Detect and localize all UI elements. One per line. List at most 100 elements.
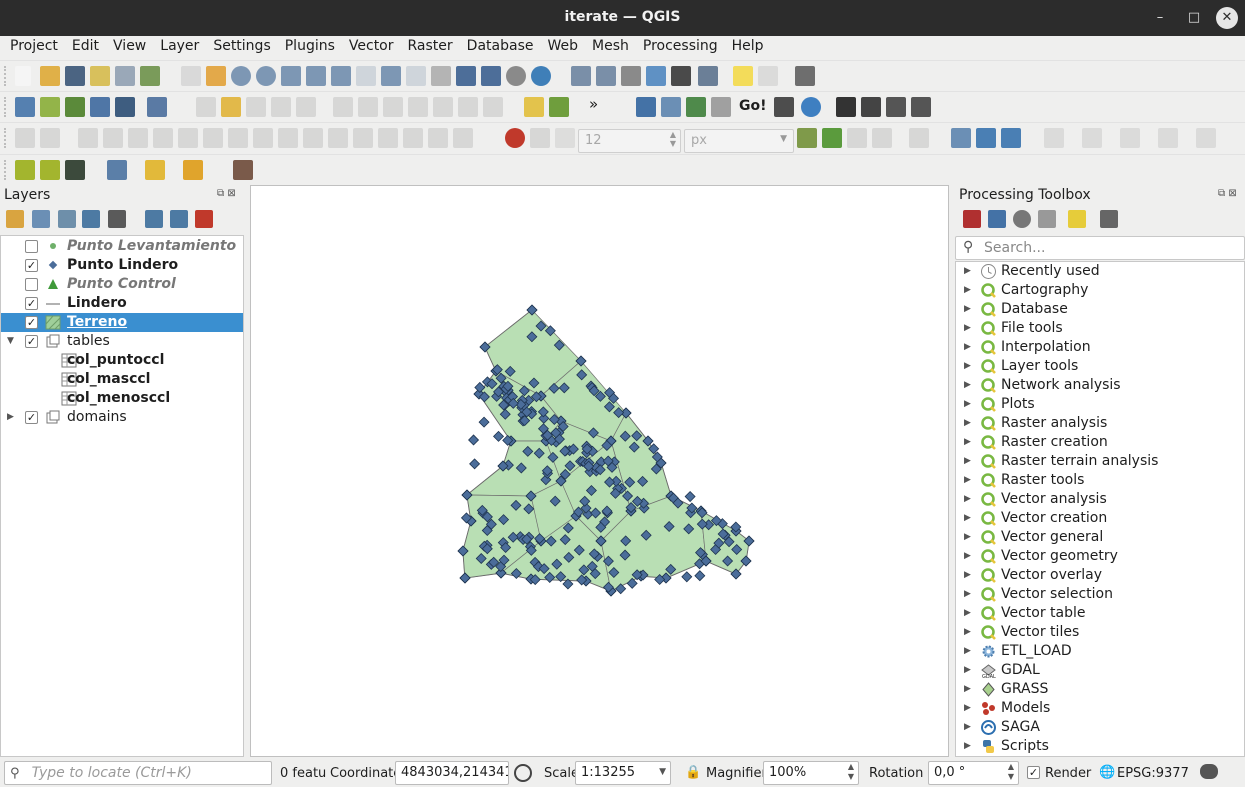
history-icon[interactable] bbox=[1013, 210, 1031, 228]
add-feature-icon[interactable] bbox=[271, 97, 291, 117]
deselect-icon[interactable] bbox=[847, 128, 867, 148]
layer-visibility-checkbox[interactable]: ✓ bbox=[25, 259, 38, 272]
layers-tree[interactable]: Punto Levantamiento ✓ Punto Lindero Punto C… bbox=[0, 235, 244, 757]
layer-row[interactable]: ✓ Lindero bbox=[1, 294, 243, 313]
shape-j-icon[interactable] bbox=[278, 128, 298, 148]
layer-row[interactable]: Punto Control bbox=[1, 275, 243, 294]
magnifier-field[interactable]: 100% ▲ ▼ bbox=[763, 761, 859, 785]
modify-attributes-icon[interactable] bbox=[333, 97, 353, 117]
menu-plugins[interactable]: Plugins bbox=[278, 36, 342, 59]
coordinate-toggle-icon[interactable] bbox=[514, 764, 532, 782]
processing-provider-row[interactable]: ▶ Models bbox=[956, 699, 1244, 718]
new-map-view-icon[interactable] bbox=[431, 66, 451, 86]
zoom-native-icon[interactable] bbox=[356, 66, 376, 86]
processing-provider-row[interactable]: ▶ Raster creation bbox=[956, 433, 1244, 452]
magnet-icon[interactable] bbox=[505, 128, 525, 148]
python-console-icon[interactable] bbox=[636, 97, 656, 117]
processing-provider-row[interactable]: ▶ Vector selection bbox=[956, 585, 1244, 604]
refresh-icon[interactable] bbox=[531, 66, 551, 86]
chevron-right-icon[interactable]: ▶ bbox=[964, 589, 971, 599]
punto-lindero-vertex[interactable] bbox=[684, 491, 696, 503]
new-project-icon[interactable] bbox=[15, 66, 31, 86]
raster-calc-icon[interactable] bbox=[686, 97, 706, 117]
symbol-size-spinbox[interactable]: 12 ▲ ▼ bbox=[578, 129, 681, 153]
identify-icon[interactable] bbox=[571, 66, 591, 86]
menu-layer[interactable]: Layer bbox=[153, 36, 206, 59]
new-virtual-layer-icon[interactable] bbox=[115, 97, 135, 117]
shape-i-icon[interactable] bbox=[253, 128, 273, 148]
shape-c-icon[interactable] bbox=[103, 128, 123, 148]
show-bookmarks-icon[interactable] bbox=[481, 66, 501, 86]
plugin-shape-icon[interactable] bbox=[233, 160, 253, 180]
glasses-b-icon[interactable] bbox=[911, 97, 931, 117]
remove-layer-icon[interactable] bbox=[195, 210, 213, 228]
punto-lindero-vertex[interactable] bbox=[469, 458, 481, 470]
chevron-right-icon[interactable]: ▶ bbox=[964, 608, 971, 618]
render-checkbox[interactable]: ✓ bbox=[1027, 766, 1040, 779]
cut-features-icon[interactable] bbox=[383, 97, 403, 117]
select-expression-icon[interactable] bbox=[822, 128, 842, 148]
delete-selected-icon[interactable] bbox=[358, 97, 378, 117]
save-edits-icon[interactable] bbox=[246, 97, 266, 117]
minimize-button[interactable]: – bbox=[1148, 6, 1172, 30]
processing-provider-row[interactable]: ▶ File tools bbox=[956, 319, 1244, 338]
shape-q-icon[interactable] bbox=[453, 128, 473, 148]
processing-provider-row[interactable]: ▶ SAGA bbox=[956, 718, 1244, 737]
chevron-right-icon[interactable]: ▶ bbox=[964, 399, 971, 409]
manage-visibility-icon[interactable] bbox=[58, 210, 76, 228]
pan-hand-icon[interactable] bbox=[181, 66, 201, 86]
snap-icon[interactable] bbox=[530, 128, 550, 148]
map-view[interactable] bbox=[251, 186, 950, 758]
chevron-right-icon[interactable]: ▶ bbox=[7, 412, 14, 422]
report-icon[interactable] bbox=[861, 97, 881, 117]
pan-to-selection-icon[interactable] bbox=[206, 66, 226, 86]
processing-provider-row[interactable]: ▶ Vector table bbox=[956, 604, 1244, 623]
layer-visibility-checkbox[interactable]: ✓ bbox=[25, 335, 38, 348]
save-as-icon[interactable] bbox=[90, 66, 110, 86]
processing-search-input[interactable]: ⚲ Search... bbox=[955, 236, 1245, 260]
punto-lindero-vertex[interactable] bbox=[681, 571, 693, 583]
text-annotation-icon[interactable] bbox=[795, 66, 815, 86]
gen-b-icon[interactable] bbox=[1082, 128, 1102, 148]
chevron-right-icon[interactable]: ▶ bbox=[964, 304, 971, 314]
processing-provider-row[interactable]: ▶ ETL_LOAD bbox=[956, 642, 1244, 661]
menu-view[interactable]: View bbox=[106, 36, 153, 59]
shape-m-icon[interactable] bbox=[353, 128, 373, 148]
georeferencer-icon[interactable] bbox=[661, 97, 681, 117]
chevron-right-icon[interactable]: ▶ bbox=[964, 494, 971, 504]
chevron-right-icon[interactable]: ▶ bbox=[964, 627, 971, 637]
chevron-right-icon[interactable]: ▶ bbox=[964, 665, 971, 675]
zoom-selection-icon[interactable] bbox=[306, 66, 326, 86]
open-layer-styling-icon[interactable] bbox=[6, 210, 24, 228]
table-a-icon[interactable] bbox=[951, 128, 971, 148]
shape-g-icon[interactable] bbox=[203, 128, 223, 148]
chevron-right-icon[interactable]: ▶ bbox=[964, 437, 971, 447]
chevron-right-icon[interactable]: ▶ bbox=[964, 532, 971, 542]
layers-dock-buttons[interactable]: ⧉ ⊠ bbox=[217, 188, 236, 199]
chevron-right-icon[interactable]: ▶ bbox=[964, 456, 971, 466]
options-wrench-icon[interactable] bbox=[1100, 210, 1118, 228]
processing-provider-row[interactable]: ▶ Raster terrain analysis bbox=[956, 452, 1244, 471]
menu-project[interactable]: Project bbox=[3, 36, 65, 59]
punto-lindero-vertex[interactable] bbox=[493, 430, 505, 442]
chevron-right-icon[interactable]: ▶ bbox=[964, 380, 971, 390]
new-shapefile-icon[interactable] bbox=[65, 97, 85, 117]
processing-provider-row[interactable]: ▶ Vector tiles bbox=[956, 623, 1244, 642]
menu-web[interactable]: Web bbox=[540, 36, 585, 59]
processing-provider-row[interactable]: ▶ Vector geometry bbox=[956, 547, 1244, 566]
attribute-table-icon[interactable] bbox=[596, 66, 616, 86]
chevron-right-icon[interactable]: ▶ bbox=[964, 551, 971, 561]
shape-b-icon[interactable] bbox=[78, 128, 98, 148]
chevron-right-icon[interactable]: ▶ bbox=[964, 266, 971, 276]
menu-mesh[interactable]: Mesh bbox=[585, 36, 636, 59]
shape-icon[interactable] bbox=[40, 128, 60, 148]
layer-visibility-checkbox[interactable]: ✓ bbox=[25, 297, 38, 310]
chevron-down-icon[interactable]: ▼ bbox=[7, 336, 14, 346]
shape-k-icon[interactable] bbox=[303, 128, 323, 148]
cube-a-icon[interactable] bbox=[15, 160, 35, 180]
menu-help[interactable]: Help bbox=[725, 36, 771, 59]
processing-provider-row[interactable]: ▶ Raster tools bbox=[956, 471, 1244, 490]
toggle-editing-icon[interactable] bbox=[221, 97, 241, 117]
processing-provider-row[interactable]: ▶ GDAL GDAL bbox=[956, 661, 1244, 680]
style-manager-icon[interactable] bbox=[140, 66, 160, 86]
